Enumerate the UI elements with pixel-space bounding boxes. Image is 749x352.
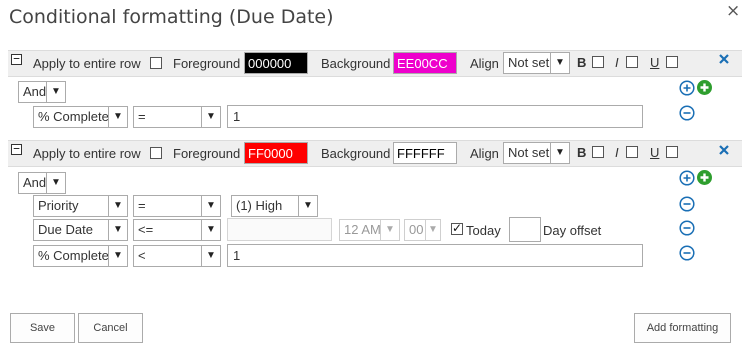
chevron-down-icon: ▼ bbox=[108, 196, 127, 216]
background-label: Background bbox=[321, 146, 391, 161]
bold-checkbox[interactable] bbox=[592, 56, 604, 68]
remove-condition-icon[interactable] bbox=[679, 105, 695, 121]
operator-select[interactable]: <= ▼ bbox=[133, 219, 221, 241]
chevron-down-icon: ▼ bbox=[550, 143, 569, 163]
chevron-down-icon: ▼ bbox=[46, 82, 65, 102]
apply-entire-row-checkbox[interactable] bbox=[150, 147, 162, 159]
chevron-down-icon: ▼ bbox=[550, 53, 569, 73]
day-offset-input[interactable] bbox=[509, 217, 541, 242]
italic-checkbox[interactable] bbox=[626, 146, 638, 158]
hour-select[interactable]: 12 AM ▼ bbox=[339, 219, 400, 241]
save-button[interactable]: Save bbox=[10, 313, 75, 343]
add-group-icon[interactable] bbox=[696, 79, 713, 96]
field-select[interactable]: % Complete ▼ bbox=[33, 106, 128, 128]
remove-condition-icon[interactable] bbox=[679, 196, 695, 212]
chevron-down-icon: ▼ bbox=[201, 246, 220, 266]
operator-value: = bbox=[138, 109, 146, 124]
delete-rule-icon[interactable] bbox=[718, 144, 730, 156]
chevron-down-icon: ▼ bbox=[46, 173, 65, 193]
chevron-down-icon: ▼ bbox=[298, 196, 317, 216]
align-select[interactable]: Not set ▼ bbox=[503, 142, 570, 164]
dialog-title: Conditional formatting (Due Date) bbox=[9, 6, 334, 28]
chevron-down-icon: ▼ bbox=[108, 246, 127, 266]
chevron-down-icon: ▼ bbox=[380, 220, 399, 240]
foreground-label: Foreground bbox=[173, 146, 241, 161]
logic-value: And bbox=[23, 84, 47, 99]
value-input[interactable]: 1 bbox=[227, 105, 643, 128]
collapse-icon[interactable]: − bbox=[11, 143, 22, 155]
chevron-down-icon: ▼ bbox=[425, 220, 440, 240]
background-color-input[interactable]: EE00CC bbox=[393, 52, 457, 74]
minute-value: 00 bbox=[409, 222, 424, 237]
italic-label: I bbox=[615, 145, 619, 160]
today-checkbox[interactable] bbox=[451, 221, 463, 235]
add-condition-icon[interactable] bbox=[679, 80, 695, 96]
apply-entire-row-label: Apply to entire row bbox=[33, 56, 141, 71]
chevron-down-icon: ▼ bbox=[201, 196, 220, 216]
operator-value: = bbox=[138, 198, 146, 213]
align-select[interactable]: Not set ▼ bbox=[503, 52, 570, 74]
operator-select[interactable]: = ▼ bbox=[133, 195, 221, 217]
align-value: Not set bbox=[508, 55, 550, 70]
delete-rule-icon[interactable] bbox=[718, 53, 730, 65]
field-value: Due Date bbox=[38, 222, 93, 237]
logic-value: And bbox=[23, 175, 47, 190]
add-formatting-button[interactable]: Add formatting bbox=[634, 313, 731, 343]
chevron-down-icon: ▼ bbox=[201, 220, 220, 240]
underline-checkbox[interactable] bbox=[666, 56, 678, 68]
minute-select[interactable]: 00 ▼ bbox=[404, 219, 441, 241]
underline-label: U bbox=[650, 145, 660, 160]
apply-entire-row-checkbox[interactable] bbox=[150, 57, 162, 69]
cancel-button[interactable]: Cancel bbox=[78, 313, 143, 343]
italic-checkbox[interactable] bbox=[626, 56, 638, 68]
operator-value: < bbox=[138, 248, 146, 263]
value-select[interactable]: (1) High ▼ bbox=[231, 195, 318, 217]
align-label: Align bbox=[470, 146, 499, 161]
background-color-input[interactable]: FFFFFF bbox=[393, 142, 457, 164]
field-value: % Complete bbox=[38, 109, 109, 124]
hour-value: 12 AM bbox=[344, 222, 381, 237]
date-input[interactable] bbox=[227, 218, 332, 241]
field-value: Priority bbox=[38, 198, 79, 213]
operator-select[interactable]: < ▼ bbox=[133, 245, 221, 267]
chevron-down-icon: ▼ bbox=[201, 107, 220, 127]
foreground-color-input[interactable]: 000000 bbox=[244, 52, 308, 74]
add-condition-icon[interactable] bbox=[679, 170, 695, 186]
chevron-down-icon: ▼ bbox=[108, 220, 127, 240]
align-value: Not set bbox=[508, 145, 550, 160]
logic-select[interactable]: And ▼ bbox=[18, 81, 66, 103]
collapse-icon[interactable]: − bbox=[11, 53, 22, 65]
apply-entire-row-label: Apply to entire row bbox=[33, 146, 141, 161]
operator-select[interactable]: = ▼ bbox=[133, 106, 221, 128]
value-value: (1) High bbox=[236, 198, 283, 213]
italic-label: I bbox=[615, 55, 619, 70]
close-icon[interactable]: × bbox=[726, 1, 740, 21]
align-label: Align bbox=[470, 56, 499, 71]
remove-condition-icon[interactable] bbox=[679, 220, 695, 236]
bold-label: B bbox=[577, 145, 587, 160]
bold-checkbox[interactable] bbox=[592, 146, 604, 158]
background-label: Background bbox=[321, 56, 391, 71]
day-offset-label: Day offset bbox=[543, 223, 602, 238]
field-select[interactable]: % Complete ▼ bbox=[33, 245, 128, 267]
field-select[interactable]: Priority ▼ bbox=[33, 195, 128, 217]
underline-label: U bbox=[650, 55, 660, 70]
field-value: % Complete bbox=[38, 248, 109, 263]
bold-label: B bbox=[577, 55, 587, 70]
logic-select[interactable]: And ▼ bbox=[18, 172, 66, 194]
foreground-label: Foreground bbox=[173, 56, 241, 71]
value-input[interactable]: 1 bbox=[227, 244, 643, 267]
underline-checkbox[interactable] bbox=[666, 146, 678, 158]
add-group-icon[interactable] bbox=[696, 169, 713, 186]
foreground-color-input[interactable]: FF0000 bbox=[244, 142, 308, 164]
remove-condition-icon[interactable] bbox=[679, 245, 695, 261]
operator-value: <= bbox=[138, 222, 154, 237]
chevron-down-icon: ▼ bbox=[108, 107, 127, 127]
field-select[interactable]: Due Date ▼ bbox=[33, 219, 128, 241]
today-label: Today bbox=[466, 223, 501, 238]
